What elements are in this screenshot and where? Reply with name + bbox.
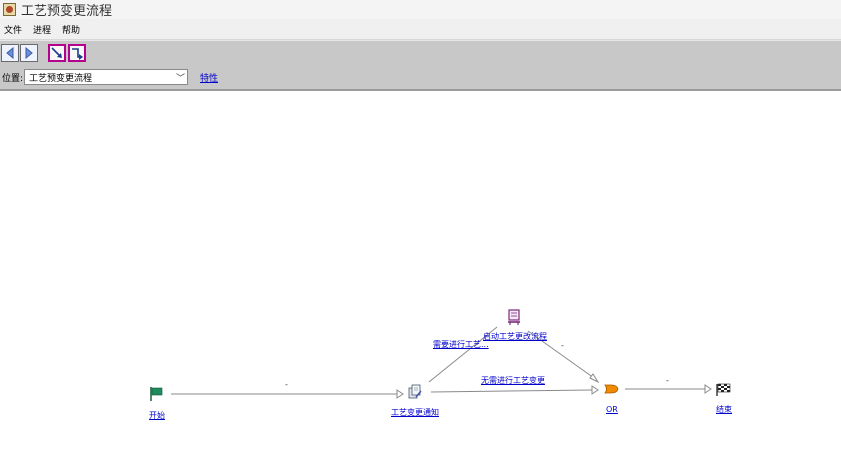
- forward-button[interactable]: [20, 44, 38, 62]
- edge-start-notify-label[interactable]: -: [285, 380, 288, 389]
- node-end-label[interactable]: 结束: [716, 404, 732, 415]
- back-arrow-icon: [6, 47, 14, 59]
- menu-file[interactable]: 文件: [0, 23, 29, 36]
- window-titlebar: 工艺预变更流程: [0, 0, 841, 19]
- location-select[interactable]: 工艺预变更流程 ﹀: [24, 69, 188, 85]
- node-auto-label[interactable]: 启动工艺更改流程: [483, 331, 547, 342]
- java-cup-icon: [3, 3, 16, 16]
- window-title: 工艺预变更流程: [21, 4, 113, 19]
- diagonal-connector-icon: [51, 47, 62, 58]
- location-bar: 位置: 工艺预变更流程 ﹀ 特性: [0, 65, 841, 91]
- chevron-down-icon: ﹀: [175, 73, 185, 84]
- or-gate-icon[interactable]: [604, 384, 619, 394]
- location-label: 位置:: [2, 73, 24, 84]
- edge-notify-or-arrowhead: [591, 385, 599, 395]
- node-notify-label[interactable]: 工艺变更通知: [391, 407, 439, 418]
- edge-or-end-arrowhead: [704, 384, 712, 394]
- properties-link[interactable]: 特性: [200, 71, 218, 84]
- menu-help[interactable]: 帮助: [58, 23, 87, 36]
- automatic-process-icon[interactable]: [508, 309, 520, 325]
- checkered-flag-icon[interactable]: [716, 383, 731, 396]
- elbow-connector-button[interactable]: [68, 44, 86, 62]
- elbow-connector-icon: [72, 48, 83, 60]
- forward-arrow-icon: [25, 47, 33, 59]
- toolbar: [0, 40, 841, 66]
- node-start-label[interactable]: 开始: [149, 410, 165, 421]
- edge-auto-or-arrowhead: [589, 373, 600, 384]
- edge-auto-or-label[interactable]: -: [561, 341, 564, 350]
- edge-or-end-label[interactable]: -: [666, 376, 669, 385]
- edge-notify-or[interactable]: [430, 389, 594, 393]
- menu-process[interactable]: 进程: [29, 23, 58, 36]
- process-diagram-canvas[interactable]: 开始 工艺变更通知 启动工艺更改流程 OR 结束 - 需要进行工艺... 无需进…: [0, 91, 841, 466]
- diagonal-connector-button[interactable]: [48, 44, 66, 62]
- back-button[interactable]: [1, 44, 19, 62]
- node-or-label[interactable]: OR: [606, 405, 618, 414]
- edge-notify-or-label[interactable]: 无需进行工艺变更: [481, 375, 545, 386]
- task-documents-icon[interactable]: [408, 384, 422, 399]
- edge-start-notify-arrowhead: [396, 389, 404, 399]
- menu-bar: 文件 进程 帮助: [0, 19, 841, 40]
- green-flag-icon[interactable]: [150, 387, 163, 401]
- edge-notify-auto-label[interactable]: 需要进行工艺...: [433, 339, 489, 350]
- location-value: 工艺预变更流程: [29, 73, 93, 84]
